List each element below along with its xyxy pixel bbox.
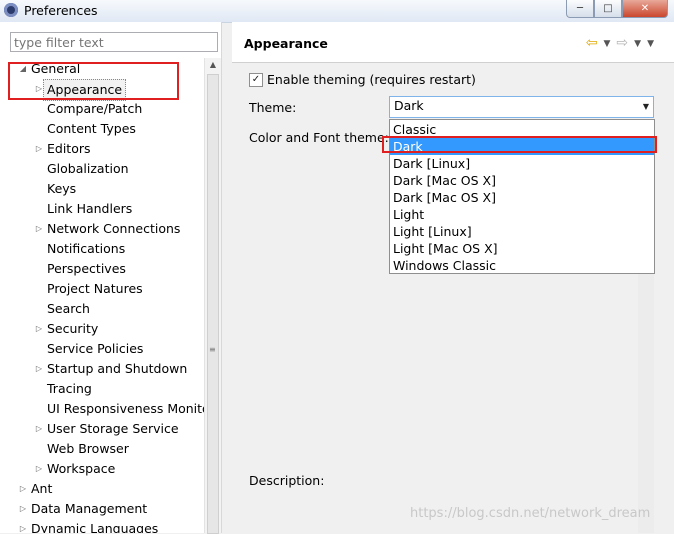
tree-item-label: Startup and Shutdown — [47, 361, 188, 376]
page-nav: ⇦ ▼ ⇨ ▼ ▼ — [586, 35, 654, 53]
theme-option[interactable]: Light — [390, 206, 654, 223]
collapsed-triangle-icon[interactable]: ▷ — [34, 359, 44, 379]
back-arrow-icon[interactable]: ⇦ — [586, 35, 598, 53]
tree-item-label: Web Browser — [47, 441, 129, 456]
tree-item-label: Service Policies — [47, 341, 144, 356]
collapsed-triangle-icon[interactable]: ▷ — [34, 319, 44, 339]
annotation-box-dark — [382, 136, 657, 153]
collapsed-triangle-icon[interactable]: ▷ — [18, 519, 28, 533]
maximize-button[interactable]: □ — [594, 0, 622, 18]
tree-item-label: Ant — [31, 481, 53, 496]
tree-item-label: Compare/Patch — [47, 101, 143, 116]
eclipse-icon — [4, 3, 18, 17]
enable-theming-option[interactable]: ✓ Enable theming (requires restart) — [249, 72, 476, 87]
scroll-up-arrow-icon[interactable]: ▲ — [205, 60, 221, 69]
tree-item-label: Keys — [47, 181, 77, 196]
tree-item-label: Workspace — [47, 461, 116, 476]
tree-scrollbar[interactable]: ▲ ≡ — [204, 58, 221, 534]
annotation-box-appearance — [8, 62, 179, 100]
forward-arrow-icon[interactable]: ⇨ — [616, 35, 628, 53]
preference-tree: ◢ General ▷ Appearance Compare/Patch Content … — [0, 58, 204, 533]
tree-item-label: Perspectives — [47, 261, 126, 276]
collapsed-triangle-icon[interactable]: ▷ — [34, 219, 44, 239]
page-scrollbar — [638, 274, 654, 533]
collapsed-triangle-icon[interactable]: ▷ — [34, 459, 44, 479]
back-menu-chevron-icon[interactable]: ▼ — [604, 35, 611, 53]
scroll-grip-icon: ≡ — [209, 345, 216, 354]
preference-page: Appearance ⇦ ▼ ⇨ ▼ ▼ ✓ Enable theming (r… — [232, 22, 674, 533]
theme-option[interactable]: Windows Classic — [390, 257, 654, 274]
tree-item-label: Tracing — [47, 381, 92, 396]
tree-item-label: Search — [47, 301, 90, 316]
theme-option[interactable]: Dark [Mac OS X] — [390, 172, 654, 189]
theme-select[interactable]: Dark ▼ — [389, 96, 654, 118]
scroll-thumb[interactable] — [207, 74, 219, 534]
tree-item-label: UI Responsiveness Monito — [47, 401, 204, 416]
tree-item-label: Project Natures — [47, 281, 143, 296]
tree-item-label: Data Management — [31, 501, 148, 516]
theme-option[interactable]: Light [Mac OS X] — [390, 240, 654, 257]
title-bar: Preferences ─ □ ✕ — [0, 0, 674, 23]
tree-item-label: Dynamic Languages — [31, 521, 159, 533]
collapsed-triangle-icon[interactable]: ▷ — [18, 499, 28, 519]
tree-item-label: Notifications — [47, 241, 126, 256]
filter-input[interactable] — [10, 32, 218, 52]
theme-option[interactable]: Light [Linux] — [390, 223, 654, 240]
enable-theming-checkbox[interactable]: ✓ — [249, 72, 263, 87]
theme-select-value: Dark — [394, 98, 424, 113]
tree-item-label: Network Connections — [47, 221, 181, 236]
collapsed-triangle-icon[interactable]: ▷ — [34, 139, 44, 159]
collapsed-triangle-icon[interactable]: ▷ — [34, 419, 44, 439]
tree-item-label: Link Handlers — [47, 201, 133, 216]
theme-label: Theme: — [249, 100, 297, 115]
enable-theming-label: Enable theming (requires restart) — [267, 72, 476, 87]
dropdown-arrow-icon[interactable]: ▼ — [643, 102, 649, 111]
theme-option[interactable]: Dark [Mac OS X] — [390, 189, 654, 206]
tree-item-label: Editors — [47, 141, 91, 156]
tree-item-label: Content Types — [47, 121, 136, 136]
theme-option[interactable]: Dark [Linux] — [390, 155, 654, 172]
watermark: https://blog.csdn.net/network_dream — [410, 506, 651, 521]
description-label: Description: — [249, 473, 325, 488]
close-button[interactable]: ✕ — [622, 0, 668, 18]
forward-menu-chevron-icon[interactable]: ▼ — [634, 35, 641, 53]
window-title: Preferences — [24, 3, 98, 18]
collapsed-triangle-icon[interactable]: ▷ — [18, 479, 28, 499]
window-controls: ─ □ ✕ — [566, 0, 668, 18]
minimize-button[interactable]: ─ — [566, 0, 594, 18]
color-font-theme-label: Color and Font theme: — [249, 130, 389, 145]
view-menu-icon[interactable]: ▼ — [647, 35, 654, 53]
page-title: Appearance — [244, 36, 328, 51]
tree-item-label: User Storage Service — [47, 421, 179, 436]
page-header: Appearance ⇦ ▼ ⇨ ▼ ▼ — [232, 22, 674, 63]
tree-item-label: Security — [47, 321, 99, 336]
tree-item-label: Globalization — [47, 161, 129, 176]
